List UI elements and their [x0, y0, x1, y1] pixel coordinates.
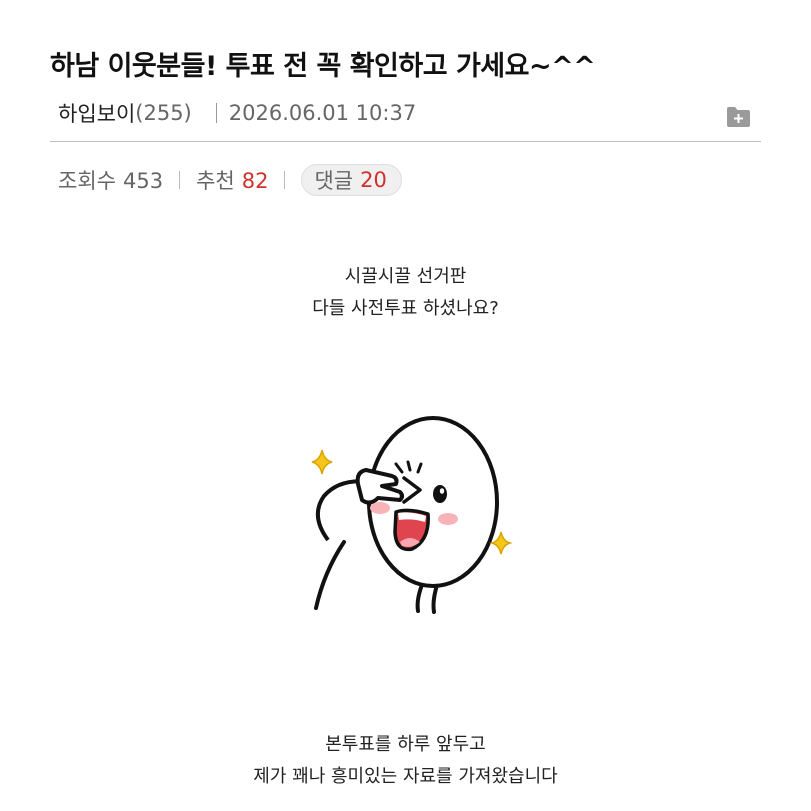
- body-line: 본투표를 하루 앞두고: [325, 734, 486, 755]
- character-sticker: [300, 412, 520, 617]
- comments-button[interactable]: 댓글 20: [301, 164, 402, 196]
- meta-divider: [215, 103, 217, 123]
- post-meta: 하입보이 (255) 2026.06.01 10:37: [58, 98, 416, 128]
- comments-label: 댓글: [314, 169, 354, 193]
- post-page: 하남 이웃분들! 투표 전 꼭 확인하고 가세요~^^ 하입보이 (255) 2…: [0, 0, 811, 811]
- author-name[interactable]: 하입보이: [58, 98, 135, 128]
- peace-sign-character-sticker: [311, 416, 513, 614]
- views-stat: 조회수 453: [58, 165, 163, 195]
- post-closing: 본투표를 하루 앞두고 제가 꽤나 흥미있는 자료를 가져왔습니다: [0, 729, 811, 793]
- body-line: 제가 꽤나 흥미있는 자료를 가져왔습니다: [253, 766, 558, 787]
- folder-add-icon: [727, 107, 750, 127]
- post-title: 하남 이웃분들! 투표 전 꼭 확인하고 가세요~^^: [50, 51, 596, 82]
- post-intro: 시끌시끌 선거판 다들 사전투표 하셨나요?: [0, 261, 811, 325]
- save-to-folder-button[interactable]: [726, 106, 751, 128]
- header-divider: [50, 141, 761, 142]
- body-line: 시끌시끌 선거판: [344, 266, 467, 287]
- likes-stat: 추천 82: [196, 165, 268, 195]
- post-stats: 조회수 453 추천 82 댓글 20: [58, 164, 402, 196]
- body-line: 다들 사전투표 하셨나요?: [312, 298, 499, 319]
- stat-divider: [284, 171, 286, 189]
- post-date: 2026.06.01 10:37: [228, 101, 417, 125]
- likes-count: 82: [241, 169, 269, 193]
- views-label: 조회수: [58, 169, 116, 193]
- comments-count: 20: [360, 168, 387, 192]
- likes-label: 추천: [196, 169, 235, 193]
- stat-divider: [179, 171, 181, 189]
- author-level: (255): [135, 101, 192, 125]
- views-count: 453: [122, 169, 164, 193]
